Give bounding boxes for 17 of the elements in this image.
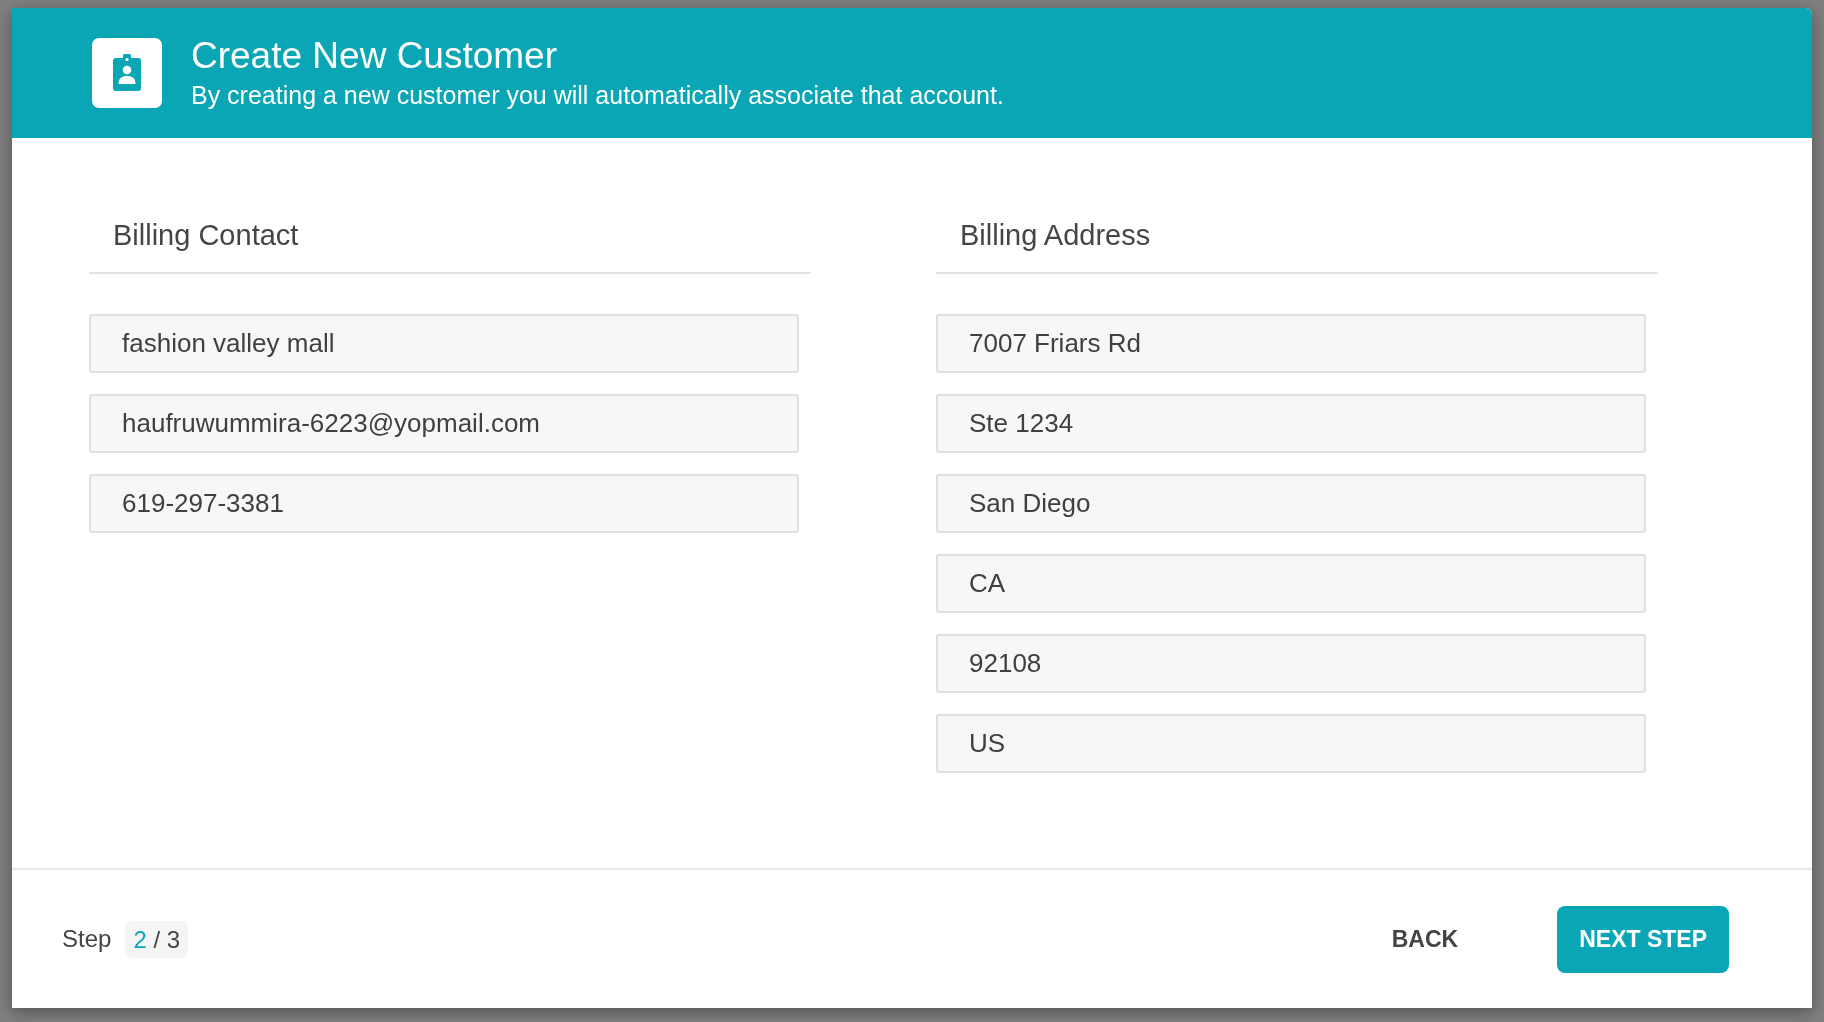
text-field[interactable]: 7007 Friars Rd bbox=[936, 314, 1646, 373]
step-label: Step bbox=[62, 924, 112, 954]
step-counter: 2 / 3 bbox=[125, 920, 189, 958]
section-heading: Billing Address bbox=[936, 217, 1658, 274]
text-field[interactable]: CA bbox=[936, 554, 1646, 613]
section-heading: Billing Contact bbox=[89, 217, 811, 274]
text-field[interactable]: haufruwummira-6223@yopmail.com bbox=[89, 394, 799, 453]
dialog-subtitle: By creating a new customer you will automatically associate that account. bbox=[191, 79, 1004, 110]
text-field[interactable]: US bbox=[936, 714, 1646, 773]
back-button[interactable]: BACK bbox=[1371, 905, 1479, 973]
text-field[interactable]: 619-297-3381 bbox=[89, 474, 799, 533]
text-field[interactable]: Ste 1234 bbox=[936, 394, 1646, 453]
dialog-title: Create New Customer bbox=[191, 34, 558, 77]
text-field[interactable]: 92108 bbox=[936, 634, 1646, 693]
text-field[interactable]: San Diego bbox=[936, 474, 1646, 533]
id-badge-icon bbox=[92, 38, 162, 108]
text-field[interactable]: fashion valley mall bbox=[89, 314, 799, 373]
